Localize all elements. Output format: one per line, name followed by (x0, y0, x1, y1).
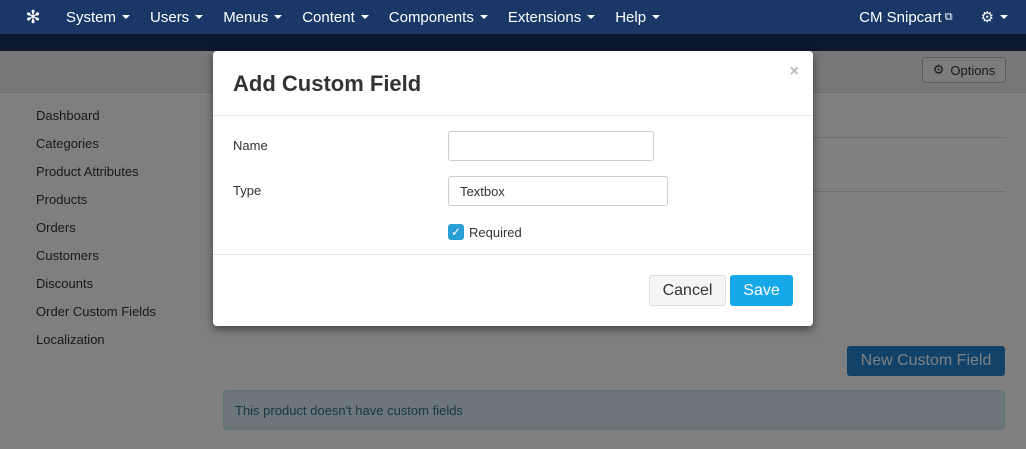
type-label: Type (233, 183, 262, 198)
save-button[interactable]: Save (730, 275, 793, 306)
main-menu: System Users Menus Content Components Ex… (56, 0, 670, 34)
checkmark-icon: ✓ (450, 225, 462, 239)
menu-label: Help (615, 8, 647, 26)
menu-label: Extensions (507, 8, 582, 26)
gear-icon: ⚙ (980, 9, 994, 26)
menu-label: Components (388, 8, 474, 26)
menu-content[interactable]: Content (292, 0, 379, 34)
caret-down-icon (122, 15, 131, 19)
menu-label: Menus (223, 8, 269, 26)
caret-down-icon (360, 15, 369, 19)
caret-down-icon (587, 15, 596, 19)
modal-footer: Cancel Save (213, 255, 813, 325)
caret-down-icon (479, 15, 488, 19)
menu-users[interactable]: Users (140, 0, 213, 34)
close-icon[interactable]: × (790, 63, 799, 81)
menu-label: Users (150, 8, 190, 26)
menu-help[interactable]: Help (605, 0, 670, 34)
menu-components[interactable]: Components (379, 0, 498, 34)
modal-title: Add Custom Field (233, 71, 422, 96)
caret-down-icon (652, 15, 661, 19)
navbar-right: CM Snipcart ⧉ ⚙ (845, 0, 1026, 34)
menu-menus[interactable]: Menus (213, 0, 292, 34)
name-label: Name (233, 138, 268, 153)
caret-down-icon (195, 15, 204, 19)
settings-menu[interactable]: ⚙ (967, 8, 1026, 26)
top-navbar: ✻ System Users Menus Content Components … (0, 0, 1026, 34)
menu-extensions[interactable]: Extensions (498, 0, 605, 34)
type-select[interactable]: Textbox (448, 176, 668, 206)
modal-body: Name Type Textbox ✓ Required (213, 116, 813, 255)
caret-down-icon (1000, 15, 1008, 19)
add-custom-field-modal: Add Custom Field × Name Type Textbox ✓ R… (213, 51, 813, 326)
menu-label: Content (302, 8, 355, 26)
menu-system[interactable]: System (56, 0, 140, 34)
site-name: CM Snipcart (859, 8, 942, 26)
required-checkbox[interactable]: ✓ (448, 224, 464, 240)
cancel-button[interactable]: Cancel (649, 275, 726, 306)
required-label[interactable]: Required (469, 225, 522, 240)
site-link[interactable]: CM Snipcart ⧉ (845, 9, 966, 26)
joomla-logo-icon[interactable]: ✻ (16, 0, 50, 34)
required-row: ✓ Required (448, 224, 522, 240)
type-select-value: Textbox (460, 183, 505, 199)
modal-header: Add Custom Field × (213, 51, 813, 116)
caret-down-icon (274, 15, 283, 19)
external-link-icon: ⧉ (944, 10, 953, 23)
name-input[interactable] (448, 131, 654, 161)
menu-label: System (66, 8, 117, 26)
